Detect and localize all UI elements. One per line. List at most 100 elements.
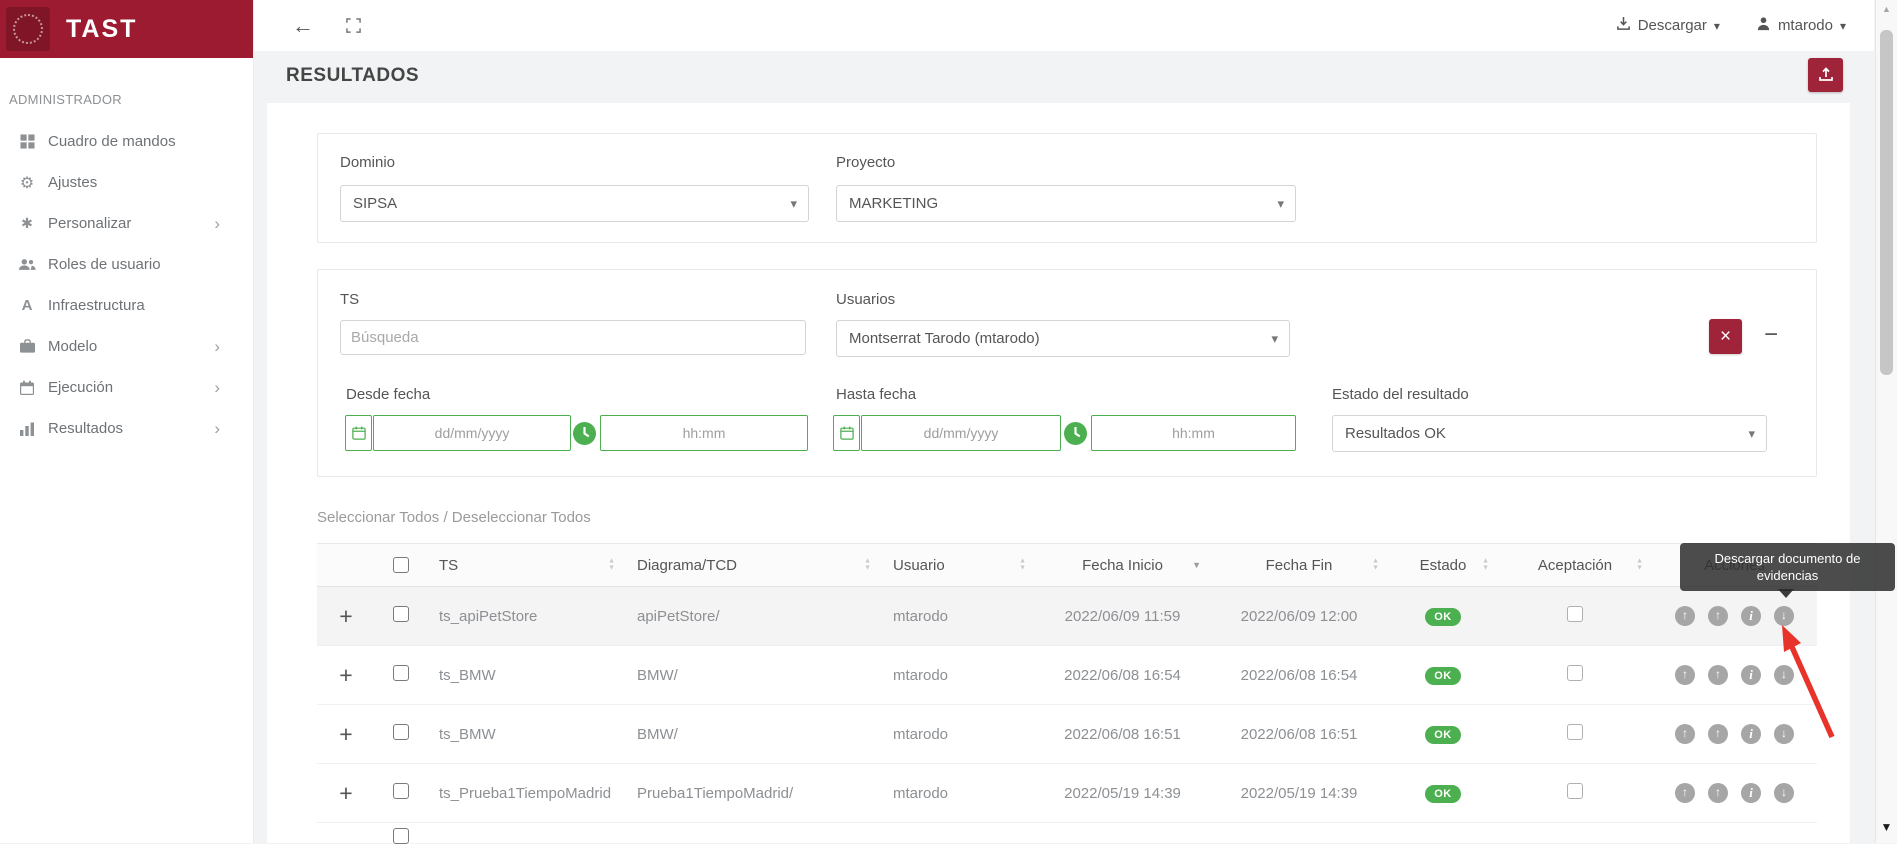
table-row: ts_BMW BMW/ mtarodo 2022/06/08 16:51 202… bbox=[317, 705, 1817, 764]
desde-clock-button[interactable] bbox=[573, 422, 596, 445]
cell-fecha-inicio: 2022/06/08 16:51 bbox=[1035, 726, 1210, 743]
page-head: RESULTADOS bbox=[254, 51, 1874, 103]
row-checkbox[interactable] bbox=[393, 828, 409, 844]
sidebar-item-roles-de-usuario[interactable]: Roles de usuario bbox=[0, 244, 253, 285]
chevron-right-icon bbox=[214, 378, 220, 398]
action-info-icon[interactable] bbox=[1741, 606, 1761, 626]
back-arrow-button[interactable] bbox=[292, 15, 314, 37]
hasta-time-input[interactable] bbox=[1091, 415, 1296, 451]
acceptance-checkbox[interactable] bbox=[1567, 606, 1583, 622]
action-upload-alt-icon[interactable] bbox=[1708, 665, 1728, 685]
select-all-toggle[interactable]: Seleccionar Todos / Deseleccionar Todos bbox=[317, 509, 591, 526]
fullscreen-icon[interactable] bbox=[346, 18, 361, 33]
expand-row-button[interactable] bbox=[339, 723, 352, 746]
header-label: Fecha Inicio bbox=[1082, 557, 1163, 574]
usuarios-value: Montserrat Tarodo (mtarodo) bbox=[849, 330, 1040, 347]
action-upload-icon[interactable] bbox=[1675, 606, 1695, 626]
action-download-evidences-icon[interactable] bbox=[1774, 783, 1794, 803]
action-download-evidences-icon[interactable] bbox=[1774, 606, 1794, 626]
clear-filter-button[interactable] bbox=[1709, 319, 1742, 354]
sort-icon bbox=[1636, 559, 1643, 572]
sort-active-icon bbox=[1192, 560, 1201, 570]
action-upload-alt-icon[interactable] bbox=[1708, 606, 1728, 626]
user-menu[interactable]: mtarodo bbox=[1756, 16, 1846, 35]
sidebar-section-label: ADMINISTRADOR bbox=[9, 92, 122, 107]
header-fecha-inicio[interactable]: Fecha Inicio bbox=[1035, 544, 1210, 586]
sidebar-item-ajustes[interactable]: Ajustes bbox=[0, 162, 253, 203]
action-info-icon[interactable] bbox=[1741, 665, 1761, 685]
acceptance-checkbox[interactable] bbox=[1567, 783, 1583, 799]
usuarios-select[interactable]: Montserrat Tarodo (mtarodo) bbox=[836, 320, 1290, 357]
cell-fecha-fin: 2022/05/19 14:39 bbox=[1210, 785, 1388, 802]
expand-row-button[interactable] bbox=[339, 782, 352, 805]
collapse-filter-button[interactable] bbox=[1764, 323, 1778, 347]
estado-resultado-label: Estado del resultado bbox=[1332, 386, 1469, 403]
sidebar-item-infraestructura[interactable]: Infraestructura bbox=[0, 285, 253, 326]
users-icon bbox=[14, 257, 40, 272]
scrollbar-up-arrow[interactable] bbox=[1876, 4, 1897, 14]
header-estado[interactable]: Estado bbox=[1388, 544, 1498, 586]
sidebar-item-cuadro-de-mandos[interactable]: Cuadro de mandos bbox=[0, 121, 253, 162]
sidebar-item-personalizar[interactable]: Personalizar bbox=[0, 203, 253, 244]
scrollbar[interactable] bbox=[1875, 0, 1897, 843]
proyecto-select[interactable]: MARKETING bbox=[836, 185, 1296, 222]
hasta-calendar-button[interactable] bbox=[833, 415, 860, 451]
sidebar-item-modelo[interactable]: Modelo bbox=[0, 326, 253, 367]
action-download-evidences-icon[interactable] bbox=[1774, 724, 1794, 744]
acceptance-checkbox[interactable] bbox=[1567, 665, 1583, 681]
upload-icon bbox=[1818, 66, 1834, 85]
sidebar-nav: Cuadro de mandos Ajustes Personalizar Ro… bbox=[0, 121, 253, 449]
sidebar-item-label: Ejecución bbox=[48, 379, 113, 396]
font-icon bbox=[14, 297, 40, 314]
action-upload-icon[interactable] bbox=[1675, 665, 1695, 685]
expand-row-button[interactable] bbox=[339, 605, 352, 628]
hasta-date-input[interactable] bbox=[861, 415, 1061, 451]
row-checkbox[interactable] bbox=[393, 665, 409, 681]
sidebar-item-resultados[interactable]: Resultados bbox=[0, 408, 253, 449]
select-all-checkbox[interactable] bbox=[393, 557, 409, 573]
action-upload-alt-icon[interactable] bbox=[1708, 724, 1728, 744]
row-actions bbox=[1652, 724, 1817, 744]
dominio-select[interactable]: SIPSA bbox=[340, 185, 809, 222]
ts-search-input[interactable] bbox=[340, 320, 806, 355]
header-diagrama[interactable]: Diagrama/TCD bbox=[624, 544, 880, 586]
desde-calendar-button[interactable] bbox=[345, 415, 372, 451]
sidebar-item-label: Cuadro de mandos bbox=[48, 133, 176, 150]
action-download-evidences-icon[interactable] bbox=[1774, 665, 1794, 685]
header-aceptacion[interactable]: Aceptación bbox=[1498, 544, 1652, 586]
scrollbar-down-arrow[interactable] bbox=[1876, 820, 1897, 834]
action-info-icon[interactable] bbox=[1741, 724, 1761, 744]
acceptance-checkbox[interactable] bbox=[1567, 724, 1583, 740]
action-upload-icon[interactable] bbox=[1675, 724, 1695, 744]
cell-fecha-fin: 2022/06/08 16:51 bbox=[1210, 726, 1388, 743]
ts-label: TS bbox=[340, 291, 359, 308]
briefcase-icon bbox=[14, 339, 40, 354]
table-row: ts_Prueba1TiempoMadrid Prueba1TiempoMadr… bbox=[317, 764, 1817, 823]
topbar-right: Descargar mtarodo bbox=[1616, 16, 1874, 35]
desde-date-input[interactable] bbox=[373, 415, 571, 451]
row-checkbox[interactable] bbox=[393, 724, 409, 740]
gear-icon bbox=[14, 173, 40, 193]
header-ts[interactable]: TS bbox=[426, 544, 624, 586]
upload-button[interactable] bbox=[1808, 58, 1843, 92]
expand-row-button[interactable] bbox=[339, 664, 352, 687]
sidebar-item-ejecucion[interactable]: Ejecución bbox=[0, 367, 253, 408]
action-upload-icon[interactable] bbox=[1675, 783, 1695, 803]
descargar-menu[interactable]: Descargar bbox=[1616, 16, 1720, 35]
scrollbar-thumb[interactable] bbox=[1880, 30, 1893, 375]
calendar-icon bbox=[14, 380, 40, 396]
action-upload-alt-icon[interactable] bbox=[1708, 783, 1728, 803]
header-label: Estado bbox=[1420, 557, 1467, 574]
search-filter-card: TS Usuarios Montserrat Tarodo (mtarodo) … bbox=[317, 269, 1817, 477]
header-fecha-fin[interactable]: Fecha Fin bbox=[1210, 544, 1388, 586]
sidebar-item-label: Infraestructura bbox=[48, 297, 145, 314]
chevron-down-icon bbox=[1840, 19, 1846, 33]
action-info-icon[interactable] bbox=[1741, 783, 1761, 803]
row-checkbox[interactable] bbox=[393, 783, 409, 799]
desde-time-input[interactable] bbox=[600, 415, 808, 451]
header-usuario[interactable]: Usuario bbox=[880, 544, 1035, 586]
hasta-clock-button[interactable] bbox=[1064, 422, 1087, 445]
estado-resultado-select[interactable]: Resultados OK bbox=[1332, 415, 1767, 452]
row-checkbox[interactable] bbox=[393, 606, 409, 622]
dominio-label: Dominio bbox=[340, 154, 395, 171]
